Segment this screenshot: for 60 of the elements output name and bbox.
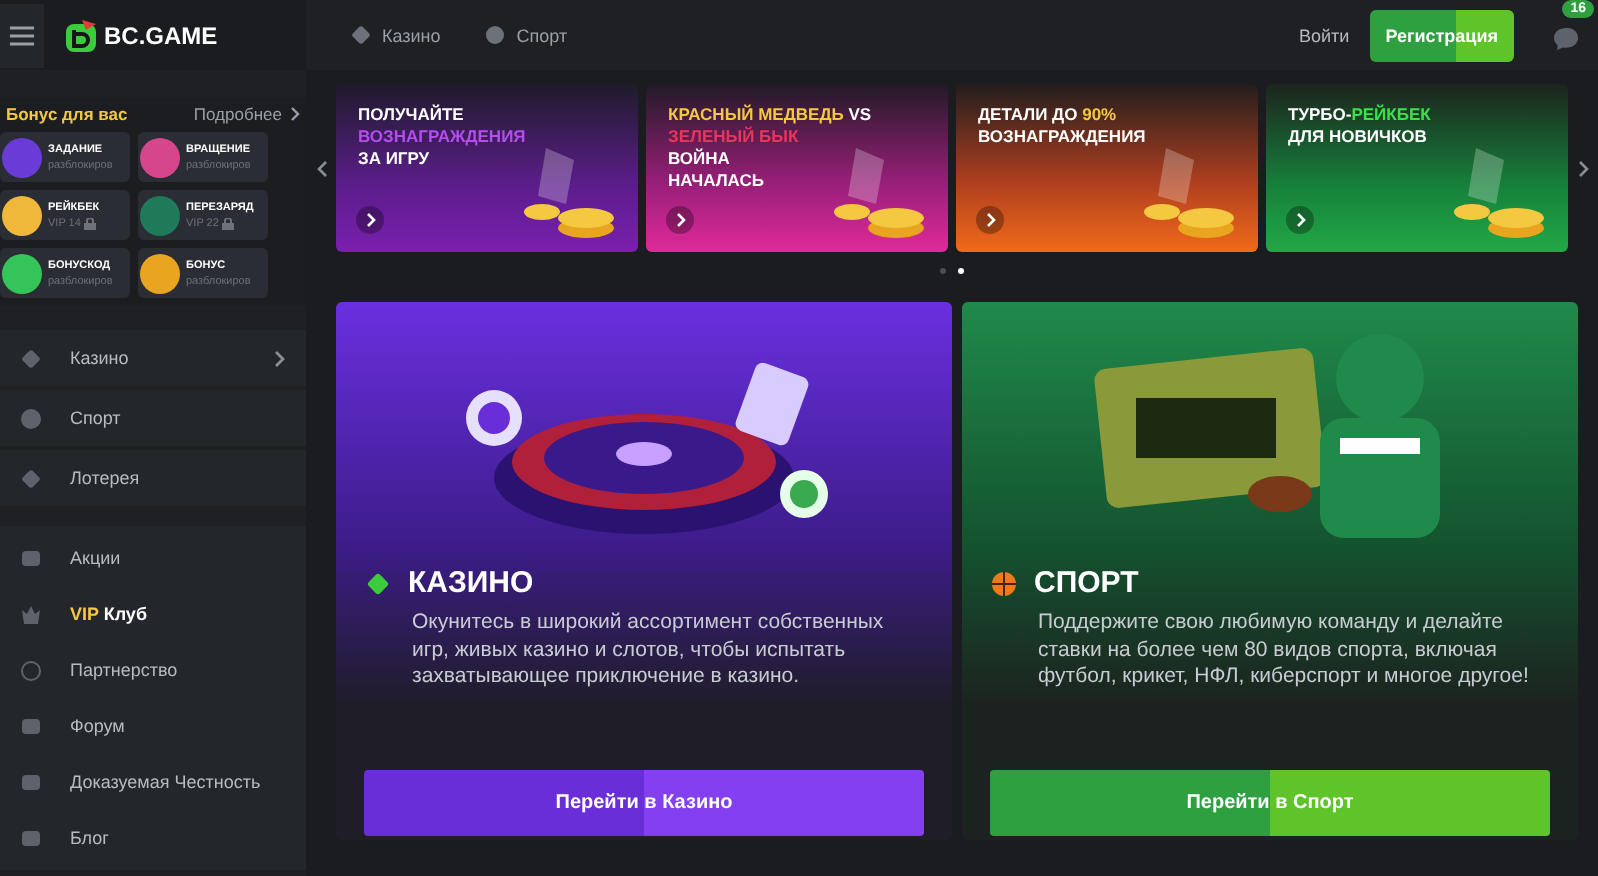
banner-text: ПОЛУЧАЙТЕ [358,104,466,126]
sidebar-item[interactable]: Спорт [0,390,306,446]
banner-text: ВОЙНА [668,148,732,170]
chevron-button-icon[interactable] [666,206,694,234]
banner-text: НАЧАЛАСЬ [668,170,766,192]
basketball-icon [990,569,1018,597]
promo-banner[interactable]: КРАСНЫЙ МЕДВЕДЬ VS ЗЕЛЕНЫЙ БЫК ВОЙНА НАЧАЛАСЬ [646,84,948,252]
sidebar-item[interactable]: Казино [0,330,306,386]
ticket-icon [20,467,42,489]
banner-text: ДЕТАЛИ ДО 90% [978,104,1119,126]
bonus-icon [2,195,42,235]
bonus-icon [140,253,180,293]
bonus-icon [140,195,180,235]
diamond-icon [20,347,42,369]
crown-icon [20,603,42,625]
bonus-title: Бонус для вас [6,104,128,124]
carousel-dot[interactable] [940,267,946,273]
card-description: Поддержите свою любимую команду и делайте ставки на более чем 80 видов спорта, включая футбол, крикет, НФЛ, киберспорт и многое другое! [1038,610,1531,692]
chevron-button-icon[interactable] [1286,206,1314,234]
bonus-icon [2,137,42,177]
card-description: Окунитесь в широкий ассортимент собственных игр, живых казино и слотов, чтобы испытать захватывающее приключение в казино. [412,610,886,692]
card-title: КАЗИНО [408,566,534,600]
chevron-button-icon[interactable] [356,206,384,234]
bonus-icon [140,137,180,177]
chevron-icon [274,349,286,367]
ring-icon [20,659,42,681]
diamond-icon [350,24,372,46]
sidebar-item[interactable]: Доказуемая Честность [0,754,306,810]
sidebar-item[interactable]: Форум [0,698,306,754]
banner-text: КРАСНЫЙ МЕДВЕДЬ VS [668,104,874,126]
ball-icon [484,24,507,46]
more-link[interactable]: Подробнее [193,104,282,124]
sidebar-item[interactable]: Акции [0,530,306,586]
banner-text: ЗЕЛЕНЫЙ БЫК [668,126,801,148]
carousel-dot[interactable] [958,267,964,273]
banner-text: ЗА ИГРУ [358,148,432,170]
promo-banner[interactable]: ПОЛУЧАЙТЕ ВОЗНАГРАЖДЕНИЯ ЗА ИГРУ [336,84,638,252]
category-button[interactable]: Перейти в Казино [364,770,924,836]
sidebar-item[interactable]: VIP Клуб [0,586,306,642]
login-button[interactable]: Войти [1299,25,1350,45]
promo-banner[interactable]: ТУРБО-РЕЙКБЕК ДЛЯ НОВИЧКОВ [1266,84,1568,252]
menu-button[interactable] [0,3,44,67]
banner-text: ДЛЯ НОВИЧКОВ [1288,126,1429,148]
chevron-icon[interactable] [290,106,300,122]
banner-text: ВОЗНАГРАЖДЕНИЯ [978,126,1148,148]
logo-icon [64,17,100,53]
logo-text[interactable]: BC.GAME [104,21,218,49]
promo-banner[interactable]: ДЕТАЛИ ДО 90% ВОЗНАГРАЖДЕНИЯ [956,84,1258,252]
card-title: СПОРТ [1034,566,1139,600]
banner-text: ТУРБО-РЕЙКБЕК [1288,104,1433,126]
nav-link[interactable]: Казино [350,24,441,46]
ball-icon [20,407,42,429]
bonus-icon [2,253,42,293]
sidebar-item[interactable]: Партнерство [0,642,306,698]
banner-text: ВОЗНАГРАЖДЕНИЯ [358,126,528,148]
sidebar-item[interactable]: Блог [0,810,306,866]
sidebar-item[interactable]: Лотерея [0,450,306,506]
nav-link[interactable]: Спорт [484,24,568,46]
menu-icon [10,25,34,45]
chevron-button-icon[interactable] [976,206,1004,234]
